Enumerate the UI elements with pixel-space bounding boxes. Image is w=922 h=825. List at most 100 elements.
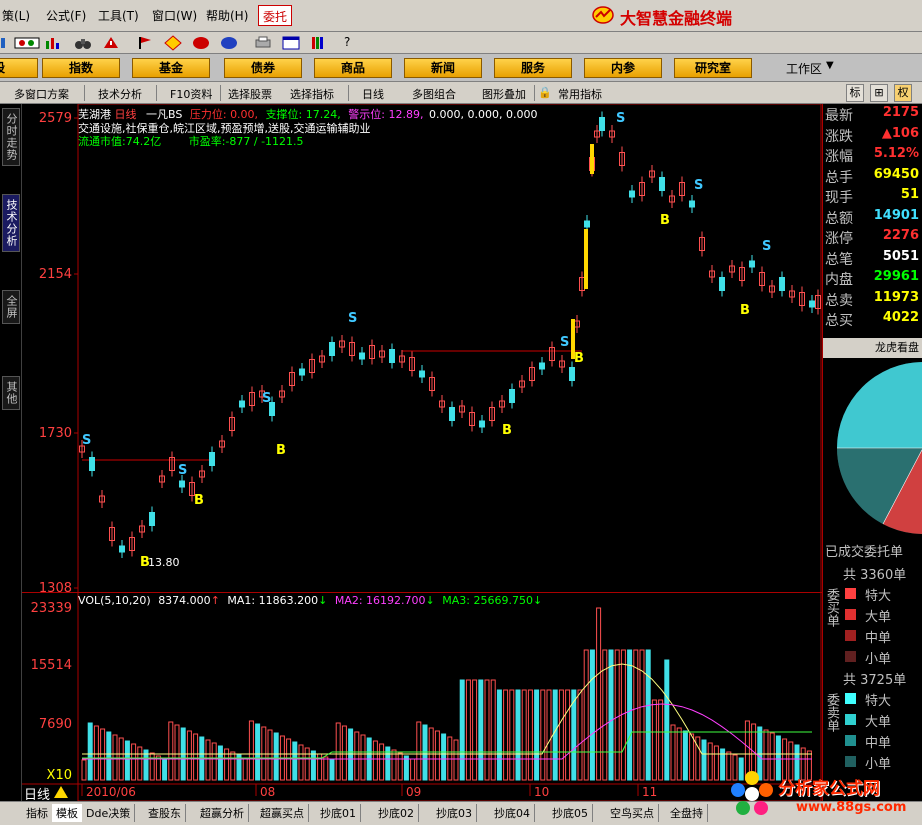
quote-label: 总笔 (825, 251, 853, 268)
price-tick-label: 1730 (39, 426, 72, 441)
order-label: 中单 (865, 736, 892, 751)
cat-index[interactable]: 指数 (42, 58, 120, 78)
cat-news[interactable]: 新闻 (404, 58, 482, 78)
tech-analysis-menu[interactable]: 技术分析 (98, 86, 142, 102)
candle-body (89, 457, 95, 471)
bottom-tab[interactable]: 模板 (52, 804, 83, 822)
bottom-tab[interactable]: 全盘持 (666, 804, 708, 822)
f10-info[interactable]: F10资料 (170, 86, 212, 102)
volume-bar (565, 689, 571, 781)
tab-tech-analysis[interactable]: 技术分析 (2, 194, 20, 252)
cat-insider[interactable]: 内参 (584, 58, 662, 78)
bottom-tab[interactable]: 查股东 (144, 804, 186, 822)
cat-fund[interactable]: 基金 (132, 58, 210, 78)
signal-marker: S (694, 178, 703, 193)
chevron-down-icon[interactable]: ▼ (826, 60, 834, 71)
left-tab-strip: 分时走势 技术分析 全屏 其他 (0, 104, 22, 804)
bottom-tab[interactable]: Dde决策 (82, 804, 136, 822)
bottom-tab[interactable]: 空鸟买点 (606, 804, 659, 822)
select-stock[interactable]: 选择股票 (228, 86, 272, 102)
bottom-tab[interactable]: 抄底02 (374, 804, 419, 822)
kline-chart[interactable]: 2579 2154 1730 1308 23339 15514 7690 X10 2010/06… (22, 104, 822, 801)
volume-bar (472, 679, 478, 781)
cat-research[interactable]: 研究室 (674, 58, 752, 78)
menu-strategy[interactable]: 策(L) (2, 7, 30, 24)
mark-button[interactable]: 标 (846, 84, 864, 102)
candle-body (539, 362, 545, 370)
bottom-tab[interactable]: 超赢买点 (256, 804, 309, 822)
volume-bar (242, 757, 248, 781)
function-bar: 多窗口方案 技术分析 F10资料 选择股票 选择指标 日线 多图组合 图形叠加 … (0, 82, 922, 104)
volume-bar (155, 755, 161, 781)
brand-title: 大智慧金融终端 (620, 9, 733, 28)
cat-bond[interactable]: 债券 (224, 58, 302, 78)
volume-bar (484, 679, 490, 781)
tab-fullscreen[interactable]: 全屏 (2, 290, 20, 324)
bottom-tab[interactable]: 抄底05 (548, 804, 593, 822)
grid-button[interactable]: ⊞ (870, 84, 888, 102)
quote-row: 总买 4022 (825, 310, 921, 331)
toolbar: ? (0, 32, 922, 54)
multi-chart-combo[interactable]: 多图组合 (412, 86, 456, 102)
longhu-header[interactable]: 龙虎看盘 (823, 338, 922, 358)
cat-service[interactable]: 服务 (494, 58, 572, 78)
menu-formula[interactable]: 公式(F) (46, 7, 86, 24)
order-label: 特大 (865, 694, 892, 709)
weituo-button[interactable]: 委托 (258, 5, 293, 26)
chart-canvas[interactable]: 2579 2154 1730 1308 23339 15514 7690 X10 2010/06… (22, 104, 822, 801)
menu-window[interactable]: 窗口(W) (152, 7, 197, 24)
diamond-icon[interactable] (164, 35, 182, 51)
volume-bar (558, 689, 564, 781)
tab-intraday[interactable]: 分时走势 (2, 108, 20, 166)
binoculars-icon[interactable] (74, 35, 92, 51)
bottom-tab[interactable]: 指标 (22, 804, 53, 822)
common-indicators[interactable]: 常用指标 (558, 86, 602, 102)
quote-value: 29961 (873, 269, 919, 284)
quote-row: 总手 69450 (825, 167, 921, 188)
books-icon[interactable] (310, 35, 328, 51)
order-swatch (845, 609, 856, 620)
candle-body (584, 220, 590, 228)
help-pointer-button[interactable]: ? (344, 35, 350, 49)
flag-icon[interactable] (136, 35, 154, 51)
quote-label: 最新 (825, 108, 853, 124)
order-swatch (845, 714, 856, 725)
menu-help[interactable]: 帮助(H) (206, 7, 248, 24)
lock-icon[interactable]: 🔒 (538, 86, 552, 99)
chart-overlay[interactable]: 图形叠加 (482, 86, 526, 102)
workspace-menu[interactable]: 工作区 (786, 60, 822, 77)
menu-tools[interactable]: 工具(T) (98, 7, 139, 24)
candle-body (629, 190, 635, 198)
order-row: 大单 (843, 710, 922, 731)
print-icon[interactable] (254, 35, 272, 51)
candle-body (149, 512, 155, 526)
signal-marker: S (262, 391, 271, 406)
red-disk-icon[interactable] (192, 35, 210, 51)
bottom-tab[interactable]: 抄底03 (432, 804, 477, 822)
blue-disk-icon[interactable] (220, 35, 238, 51)
select-indicator[interactable]: 选择指标 (290, 86, 334, 102)
multi-window-scheme[interactable]: 多窗口方案 (14, 86, 69, 102)
order-swatch (845, 588, 856, 599)
signal-marker: B (660, 213, 670, 228)
period-daily[interactable]: 日线 (362, 86, 384, 102)
window-icon[interactable] (282, 35, 300, 51)
chart-bars-icon[interactable] (44, 35, 62, 51)
indicator-icon[interactable] (14, 35, 40, 51)
quote-value: 14901 (873, 207, 919, 223)
bottom-tab[interactable]: 抄底04 (490, 804, 535, 822)
signal-bar (590, 144, 594, 174)
bottom-tab[interactable]: 超赢分析 (196, 804, 249, 822)
candle-body (449, 407, 455, 421)
bottom-tab[interactable]: 抄底01 (316, 804, 361, 822)
cat-stock[interactable]: 股 (0, 58, 38, 78)
candle-body (179, 480, 185, 488)
rights-button[interactable]: 权 (894, 84, 912, 102)
alarm-icon[interactable] (102, 35, 120, 51)
quote-label: 涨幅 (825, 149, 853, 165)
date-tick-label: 08 (260, 785, 275, 799)
tab-other[interactable]: 其他 (2, 376, 20, 410)
volume-tick-label: X10 (47, 768, 72, 783)
watermark: 分析家公式网 www.88gs.com (730, 770, 922, 822)
cat-commodity[interactable]: 商品 (314, 58, 392, 78)
